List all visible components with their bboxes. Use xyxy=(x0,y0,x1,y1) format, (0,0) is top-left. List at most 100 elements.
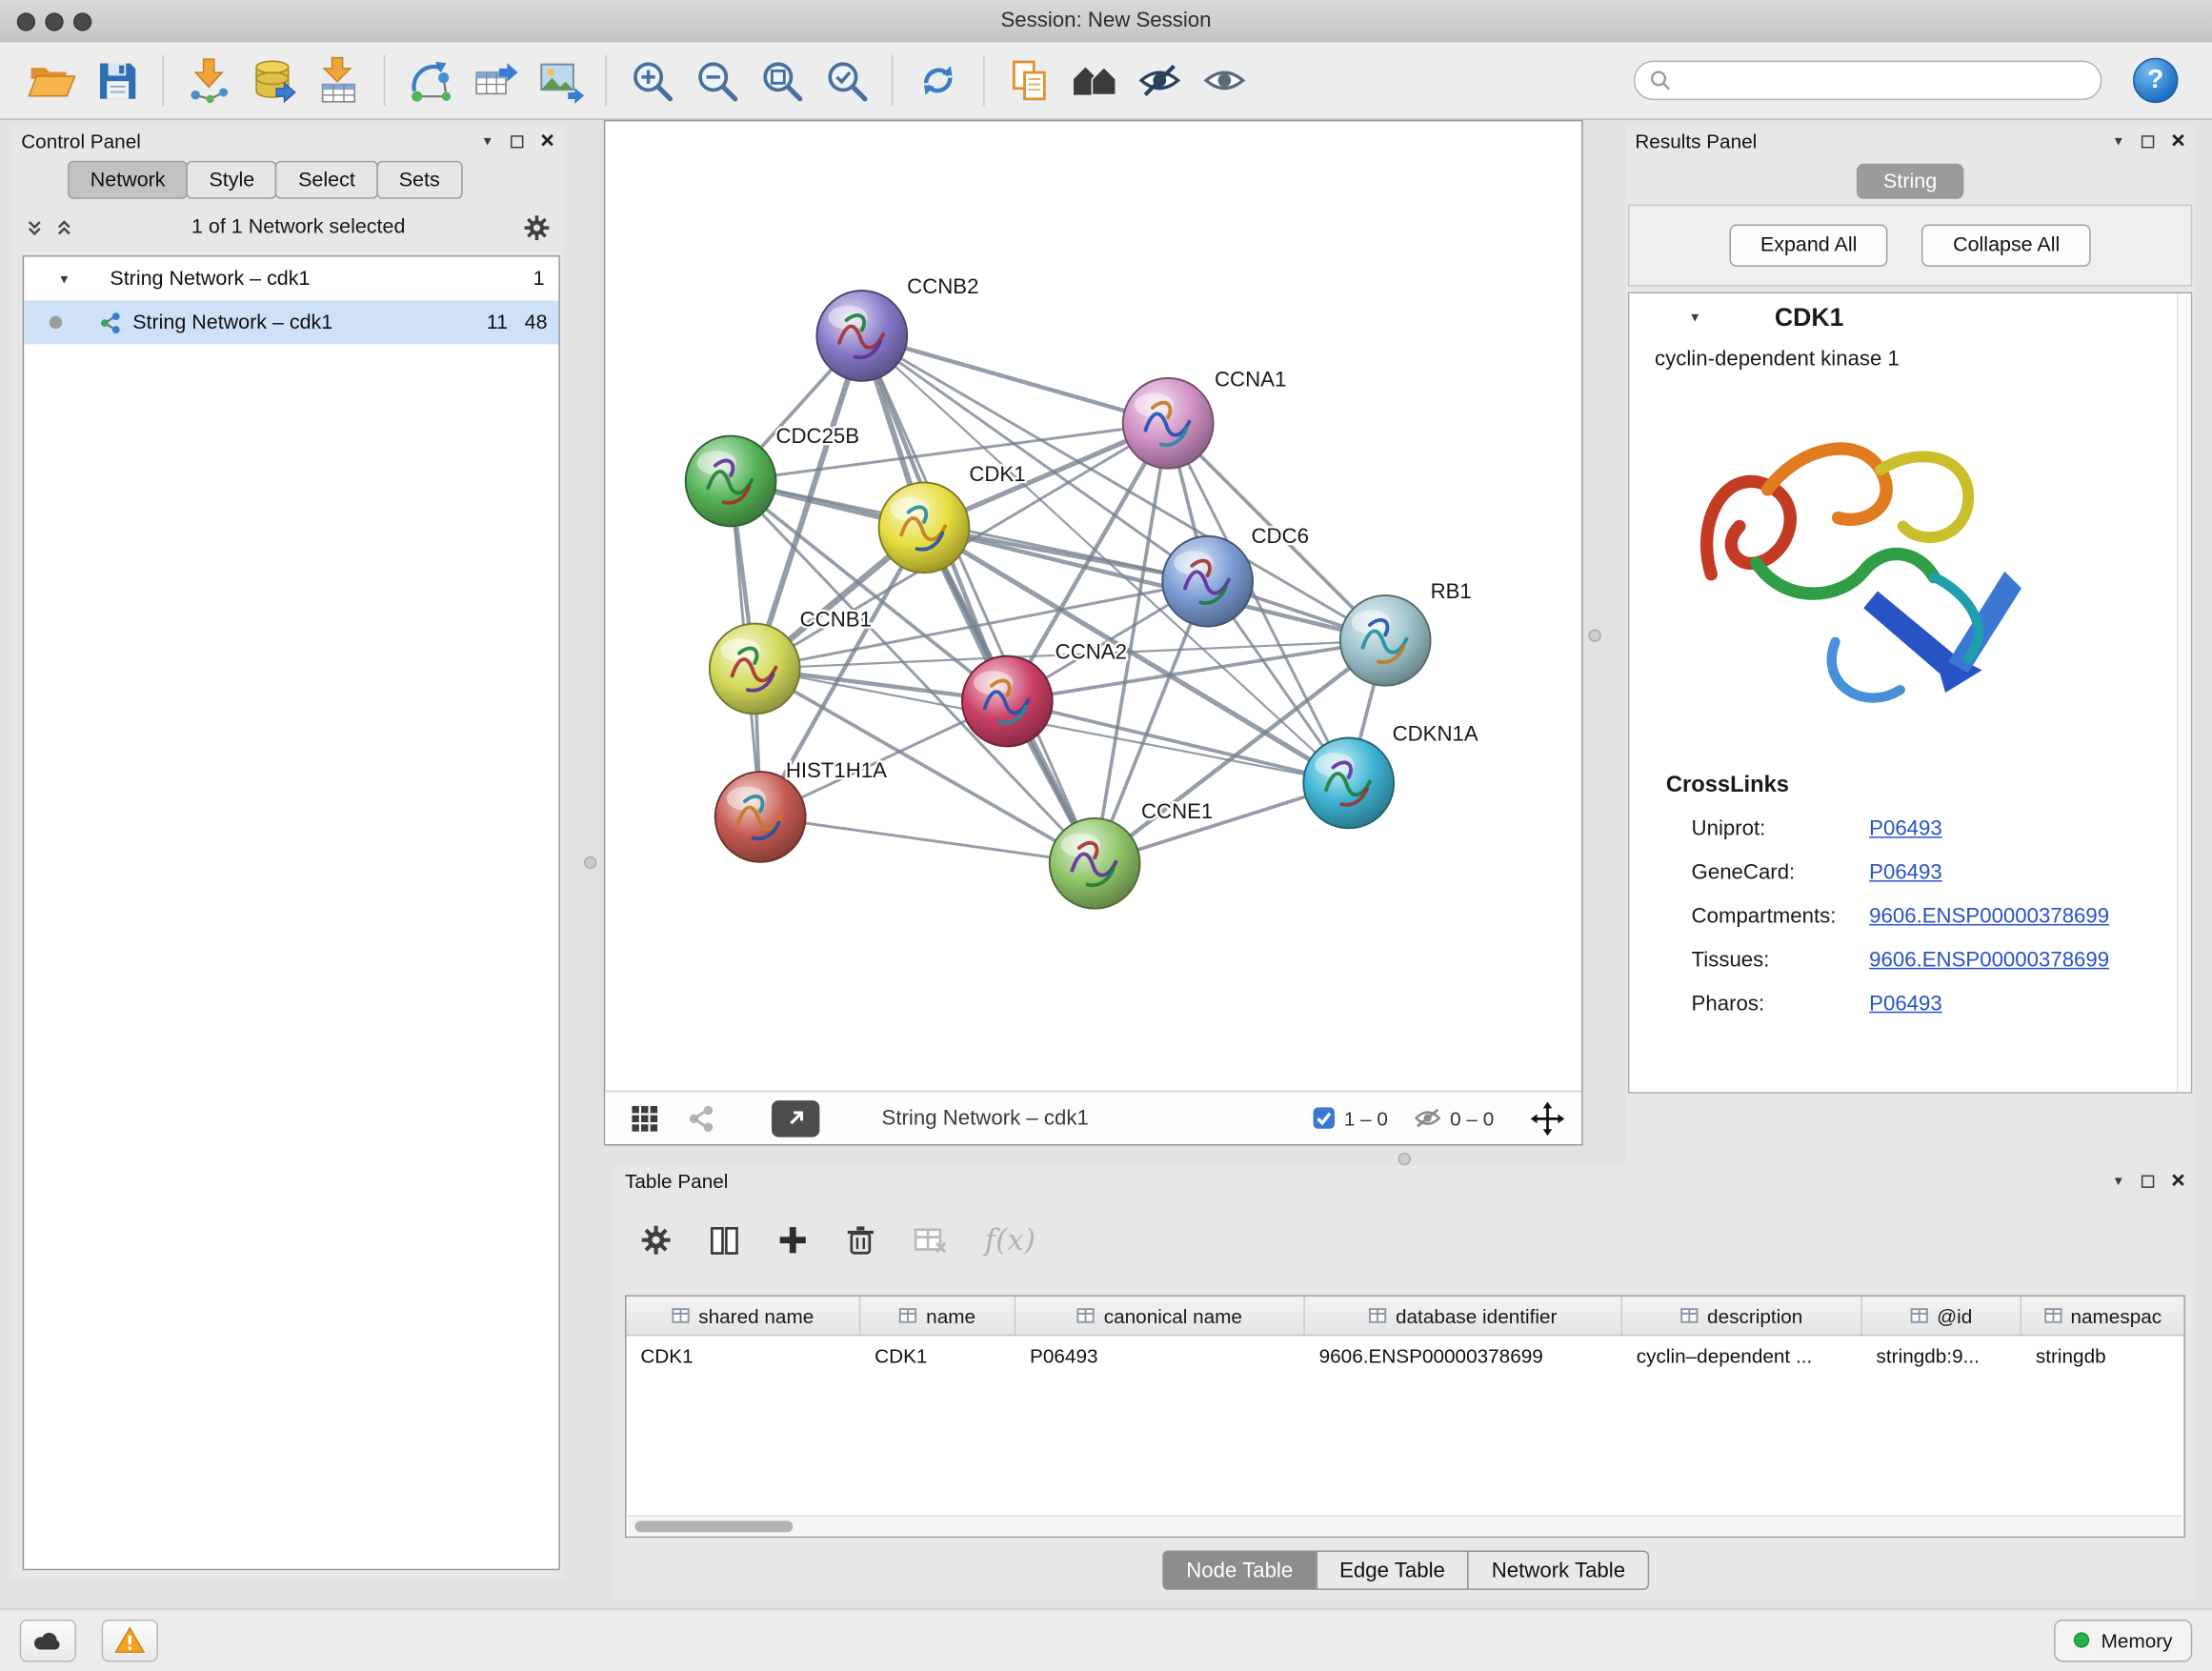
tab-node-table[interactable]: Node Table xyxy=(1162,1550,1317,1589)
network-node-CDKN1A[interactable] xyxy=(1303,737,1394,828)
grid-view-icon[interactable] xyxy=(631,1104,659,1133)
delete-column-trash-icon[interactable] xyxy=(845,1223,876,1258)
collapse-all-button[interactable]: Collapse All xyxy=(1921,224,2090,266)
panel-float-icon[interactable] xyxy=(2142,134,2154,147)
network-node-RB1[interactable] xyxy=(1340,595,1431,686)
collection-expand-icon[interactable]: ▼ xyxy=(58,272,70,286)
import-network-database-button[interactable] xyxy=(241,48,306,112)
panel-close-icon[interactable]: × xyxy=(2171,1171,2185,1191)
cell-description[interactable]: cyclin–dependent ... xyxy=(1622,1336,1862,1374)
network-node-CDC6[interactable] xyxy=(1162,536,1253,627)
network-edge[interactable] xyxy=(760,816,1095,863)
export-table-button[interactable] xyxy=(463,48,528,112)
zoom-selected-button[interactable] xyxy=(814,48,878,112)
table-settings-gear-icon[interactable] xyxy=(640,1224,672,1256)
detach-view-button[interactable] xyxy=(772,1099,819,1137)
memory-button[interactable]: Memory xyxy=(2055,1620,2192,1661)
panel-close-icon[interactable]: × xyxy=(2171,131,2185,151)
panel-float-icon[interactable] xyxy=(511,134,523,147)
show-columns-icon[interactable] xyxy=(708,1224,740,1257)
network-collection-row[interactable]: ▼ String Network – cdk1 1 xyxy=(24,257,558,301)
collapse-all-chevrons-icon[interactable] xyxy=(55,218,73,236)
results-scrollbar[interactable] xyxy=(2177,293,2191,1092)
column-header[interactable]: shared name xyxy=(627,1297,861,1335)
network-node-CCNB2[interactable] xyxy=(816,291,907,381)
crosslink-link[interactable]: 9606.ENSP00000378699 xyxy=(1869,948,2109,972)
panel-collapse-icon[interactable]: ▼ xyxy=(2112,1174,2124,1188)
cell-shared-name[interactable]: CDK1 xyxy=(627,1336,861,1374)
warnings-button[interactable] xyxy=(102,1620,158,1661)
crosslink-link[interactable]: P06493 xyxy=(1869,992,1942,1016)
cell-database-identifier[interactable]: 9606.ENSP00000378699 xyxy=(1305,1336,1622,1374)
crosslink-link[interactable]: 9606.ENSP00000378699 xyxy=(1869,904,2109,928)
import-network-file-button[interactable] xyxy=(176,48,241,112)
refresh-layout-button[interactable] xyxy=(906,48,971,112)
add-column-plus-icon[interactable] xyxy=(777,1224,809,1256)
gene-expand-icon[interactable]: ▼ xyxy=(1689,311,1701,325)
copy-button[interactable] xyxy=(997,48,1062,112)
cell-canonical-name[interactable]: P06493 xyxy=(1016,1336,1305,1374)
save-session-button[interactable] xyxy=(85,48,150,112)
column-header[interactable]: description xyxy=(1622,1297,1862,1335)
table-row[interactable]: CDK1 CDK1 P06493 9606.ENSP00000378699 cy… xyxy=(627,1336,2184,1374)
show-all-button[interactable] xyxy=(1192,48,1257,112)
network-node-CDK1[interactable] xyxy=(879,482,970,573)
tab-network-table[interactable]: Network Table xyxy=(1468,1550,1650,1589)
panel-collapse-icon[interactable]: ▼ xyxy=(481,134,493,149)
table-horizontal-scrollbar[interactable] xyxy=(628,1515,2182,1535)
zoom-fit-button[interactable] xyxy=(749,48,814,112)
export-image-button[interactable] xyxy=(528,48,593,112)
network-edge[interactable] xyxy=(862,335,1168,423)
right-splitter-handle[interactable] xyxy=(1588,629,1600,641)
expand-all-button[interactable]: Expand All xyxy=(1729,224,1888,266)
crosslink-link[interactable]: P06493 xyxy=(1869,860,1942,884)
tab-network[interactable]: Network xyxy=(68,161,188,199)
open-session-button[interactable] xyxy=(20,48,85,112)
zoom-in-button[interactable] xyxy=(619,48,684,112)
search-input[interactable] xyxy=(1680,68,2086,93)
gene-section-header[interactable]: ▼ CDK1 xyxy=(1629,293,2190,341)
help-button[interactable]: ? xyxy=(2133,58,2178,103)
cell-name[interactable]: CDK1 xyxy=(860,1336,1016,1374)
column-header[interactable]: namespac xyxy=(2021,1297,2183,1335)
network-node-CCNE1[interactable] xyxy=(1050,818,1140,909)
selected-checkbox-icon[interactable] xyxy=(1312,1106,1336,1130)
tab-edge-table[interactable]: Edge Table xyxy=(1316,1550,1469,1589)
cell-id[interactable]: stringdb:9... xyxy=(1862,1336,2021,1374)
column-header[interactable]: database identifier xyxy=(1305,1297,1622,1335)
network-node-HIST1H1A[interactable] xyxy=(715,772,806,862)
first-neighbors-button[interactable] xyxy=(1062,48,1127,112)
network-node-CCNA2[interactable] xyxy=(962,656,1053,747)
tab-string[interactable]: String xyxy=(1857,164,1963,199)
toolbar-search-field[interactable] xyxy=(1634,61,2102,100)
cloud-status-button[interactable] xyxy=(20,1620,76,1661)
left-splitter-handle[interactable] xyxy=(584,856,596,869)
hidden-eye-slash-icon[interactable] xyxy=(1414,1107,1442,1128)
import-table-button[interactable] xyxy=(306,48,371,112)
scrollbar-thumb[interactable] xyxy=(634,1520,793,1532)
tab-select[interactable]: Select xyxy=(275,161,377,199)
network-edge[interactable] xyxy=(862,335,1095,863)
tab-style[interactable]: Style xyxy=(187,161,277,199)
panel-close-icon[interactable]: × xyxy=(540,131,554,151)
tab-sets[interactable]: Sets xyxy=(376,161,462,199)
network-node-CDC25B[interactable] xyxy=(686,436,776,527)
zoom-out-button[interactable] xyxy=(684,48,749,112)
network-node-CCNB1[interactable] xyxy=(710,624,800,715)
panel-collapse-icon[interactable]: ▼ xyxy=(2112,134,2124,149)
network-edge[interactable] xyxy=(1007,701,1348,783)
cell-namespace[interactable]: stringdb xyxy=(2021,1336,2183,1374)
panel-float-icon[interactable] xyxy=(2142,1175,2154,1187)
move-crosshair-icon[interactable] xyxy=(1531,1101,1565,1136)
hide-selected-button[interactable] xyxy=(1127,48,1192,112)
network-options-gear-icon[interactable] xyxy=(523,213,550,240)
bottom-splitter-handle[interactable] xyxy=(1398,1153,1411,1165)
crosslink-link[interactable]: P06493 xyxy=(1869,816,1942,840)
network-canvas[interactable]: CCNB2CCNA1CDC25BCDK1CDC6RB1CCNB1CCNA2CDK… xyxy=(605,121,1581,1092)
birdseye-network-icon[interactable] xyxy=(687,1104,715,1133)
expand-all-chevrons-icon[interactable] xyxy=(26,218,44,236)
network-row-selected[interactable]: String Network – cdk1 11 48 xyxy=(24,300,558,344)
column-header[interactable]: @id xyxy=(1862,1297,2021,1335)
network-node-CCNA1[interactable] xyxy=(1123,378,1214,469)
column-header[interactable]: canonical name xyxy=(1016,1297,1305,1335)
